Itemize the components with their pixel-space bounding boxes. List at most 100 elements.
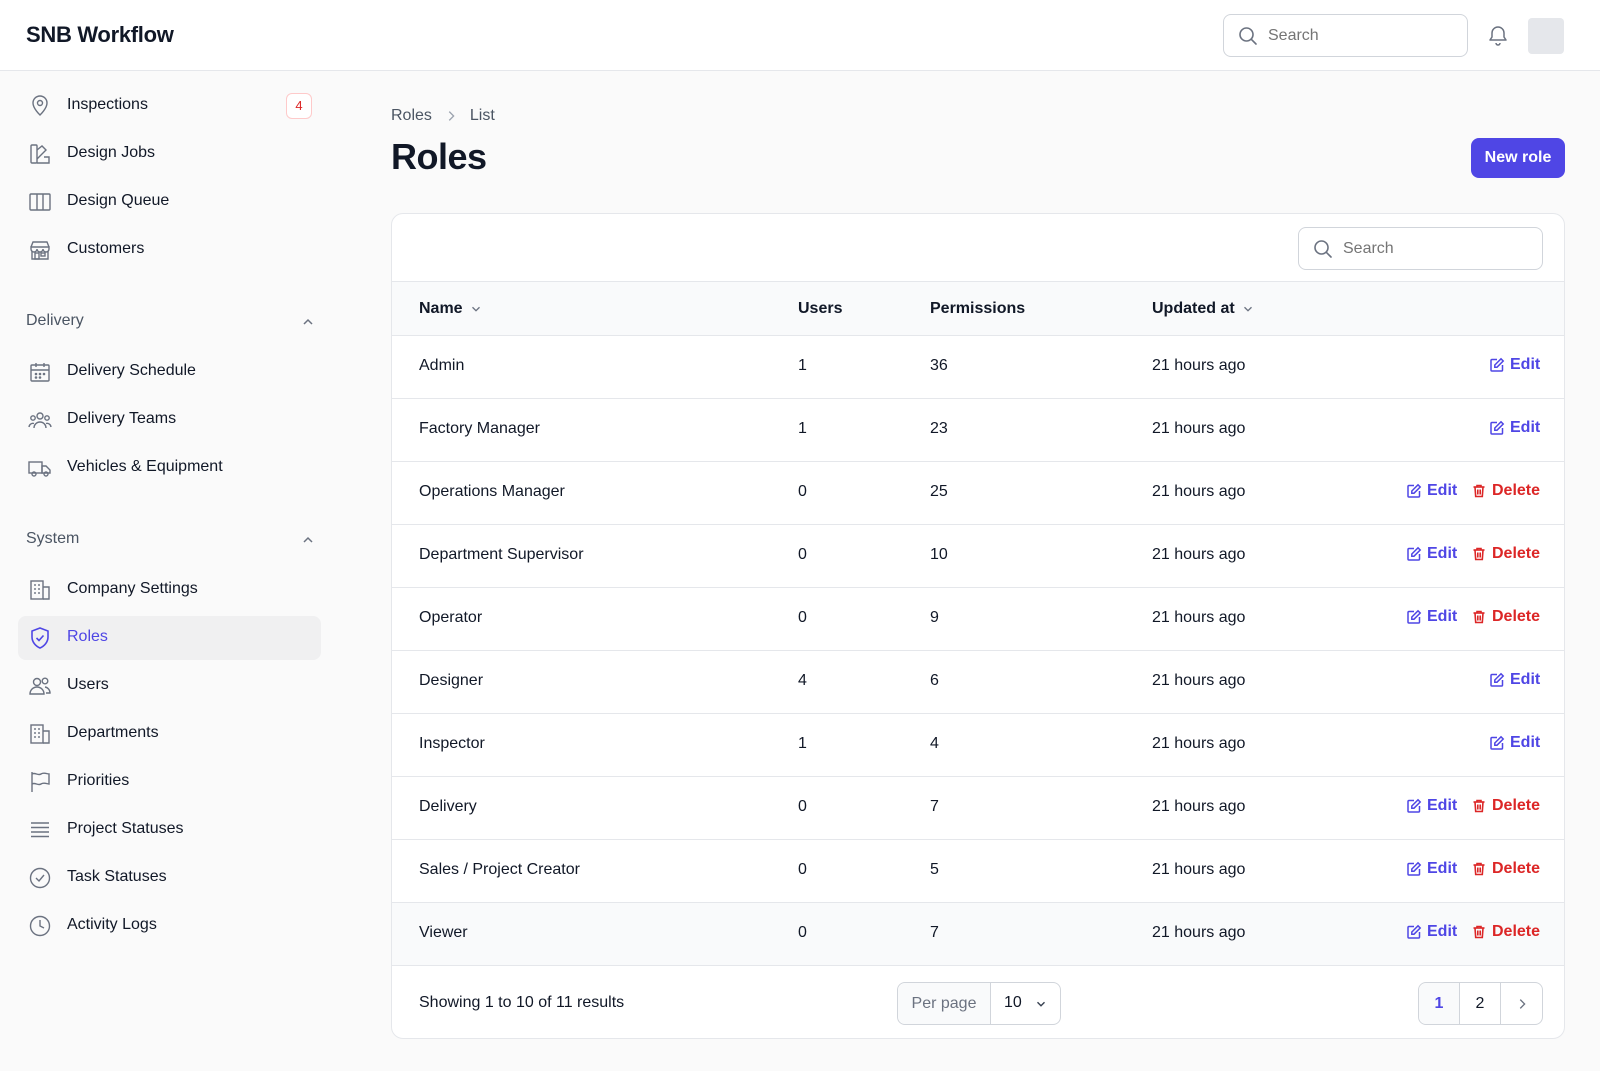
next-page-button[interactable] (1501, 983, 1542, 1024)
app-title[interactable]: SNB Workflow (26, 22, 174, 48)
sidebar: Inspections 4 Design Jobs Design Queue C… (0, 71, 340, 1071)
edit-button[interactable]: Edit (1489, 734, 1540, 752)
role-updated-at: 21 hours ago (1152, 483, 1246, 500)
edit-label: Edit (1427, 797, 1458, 814)
table-search[interactable] (1298, 227, 1543, 270)
edit-button[interactable]: Edit (1489, 671, 1540, 689)
sidebar-item-task-statuses[interactable]: Task Statuses (18, 856, 321, 900)
sidebar-item-roles[interactable]: Roles (18, 616, 321, 660)
edit-button[interactable]: Edit (1406, 923, 1457, 941)
column-updated-label: Updated at (1152, 300, 1235, 317)
column-users-header: Users (798, 300, 842, 318)
role-updated-at: 21 hours ago (1152, 609, 1246, 626)
trash-icon (1473, 862, 1485, 876)
delete-label: Delete (1492, 545, 1541, 562)
delete-button[interactable]: Delete (1471, 608, 1540, 626)
edit-icon (1490, 357, 1505, 372)
sidebar-item-label: Customers (67, 240, 145, 257)
sidebar-item-design-queue[interactable]: Design Queue (18, 180, 321, 224)
global-search[interactable] (1223, 14, 1468, 57)
edit-button[interactable]: Edit (1406, 545, 1457, 563)
columns-icon (29, 193, 51, 211)
delete-button[interactable]: Delete (1471, 482, 1540, 500)
sidebar-item-departments[interactable]: Departments (18, 712, 321, 756)
group-system-header[interactable]: System (26, 528, 316, 552)
delete-button[interactable]: Delete (1471, 860, 1540, 878)
delete-button[interactable]: Delete (1471, 545, 1540, 563)
sidebar-item-vehicles-equipment[interactable]: Vehicles & Equipment (18, 446, 321, 490)
role-permissions-count: 23 (930, 420, 948, 437)
sidebar-item-label: Vehicles & Equipment (67, 458, 223, 475)
table-row: Factory Manager 1 23 21 hours ago Edit (392, 399, 1564, 462)
column-permissions-header: Permissions (930, 300, 1025, 318)
pagination: 1 2 (1418, 982, 1543, 1025)
roles-table-card: Name Users Permissions Updated at Admin 1… (391, 213, 1565, 1039)
breadcrumb-roles[interactable]: Roles (391, 107, 432, 125)
edit-button[interactable]: Edit (1489, 356, 1540, 374)
sidebar-item-label: Project Statuses (67, 820, 184, 837)
sidebar-item-inspections[interactable]: Inspections 4 (18, 84, 321, 128)
role-permissions-count: 9 (930, 609, 939, 626)
group-delivery-header[interactable]: Delivery (26, 310, 316, 334)
edit-icon (1407, 546, 1422, 561)
building-icon (30, 580, 50, 600)
delete-label: Delete (1492, 923, 1541, 940)
role-updated-at: 21 hours ago (1152, 672, 1246, 689)
per-page-value[interactable]: 10 (1004, 994, 1022, 1012)
sidebar-item-activity-logs[interactable]: Activity Logs (18, 904, 321, 948)
delete-button[interactable]: Delete (1471, 797, 1540, 815)
delete-label: Delete (1492, 860, 1541, 877)
trash-icon (1473, 799, 1485, 813)
per-page-select[interactable]: Per page 10 (897, 982, 1061, 1025)
sidebar-item-label: Company Settings (67, 580, 198, 597)
edit-button[interactable]: Edit (1489, 419, 1540, 437)
table-row: Inspector 1 4 21 hours ago Edit (392, 714, 1564, 777)
role-updated-at: 21 hours ago (1152, 546, 1246, 563)
sidebar-item-customers[interactable]: Customers (18, 228, 321, 272)
chevron-down-icon (1243, 306, 1252, 312)
sidebar-item-company-settings[interactable]: Company Settings (18, 568, 321, 612)
column-name-label: Name (419, 300, 463, 317)
sidebar-item-delivery-schedule[interactable]: Delivery Schedule (18, 350, 321, 394)
table-row: Admin 1 36 21 hours ago Edit (392, 336, 1564, 399)
sidebar-item-users[interactable]: Users (18, 664, 321, 708)
sidebar-item-priorities[interactable]: Priorities (18, 760, 321, 804)
chevron-down-icon[interactable] (1034, 997, 1048, 1011)
sidebar-item-delivery-teams[interactable]: Delivery Teams (18, 398, 321, 442)
sidebar-item-label: Priorities (67, 772, 130, 789)
global-search-input[interactable] (1268, 25, 1453, 47)
new-role-button[interactable]: New role (1471, 138, 1565, 178)
edit-button[interactable]: Edit (1406, 608, 1457, 626)
table-search-input[interactable] (1343, 238, 1528, 260)
role-updated-at: 21 hours ago (1152, 924, 1246, 941)
bell-icon[interactable] (1486, 23, 1510, 47)
search-icon (1314, 240, 1332, 258)
chevron-down-icon (471, 306, 480, 312)
column-updated-header[interactable]: Updated at (1152, 300, 1255, 318)
edit-label: Edit (1510, 356, 1541, 373)
page-2-button[interactable]: 2 (1460, 983, 1501, 1024)
edit-button[interactable]: Edit (1406, 797, 1457, 815)
sidebar-item-label: Departments (67, 724, 159, 741)
edit-label: Edit (1427, 608, 1458, 625)
edit-button[interactable]: Edit (1406, 860, 1457, 878)
chevron-up-icon[interactable] (300, 532, 316, 548)
role-updated-at: 21 hours ago (1152, 735, 1246, 752)
role-updated-at: 21 hours ago (1152, 798, 1246, 815)
sidebar-item-design-jobs[interactable]: Design Jobs (18, 132, 321, 176)
table-row: Operations Manager 0 25 21 hours ago Edit Del… (392, 462, 1564, 525)
role-permissions-count: 25 (930, 483, 948, 500)
role-permissions-count: 7 (930, 798, 939, 815)
edit-label: Edit (1427, 482, 1458, 499)
sidebar-item-project-statuses[interactable]: Project Statuses (18, 808, 321, 852)
column-permissions-label: Permissions (930, 300, 1026, 317)
edit-button[interactable]: Edit (1406, 482, 1457, 500)
delete-button[interactable]: Delete (1471, 923, 1540, 941)
role-name: Factory Manager (419, 420, 540, 437)
avatar[interactable] (1528, 18, 1564, 54)
chevron-right-icon (448, 111, 455, 121)
chevron-up-icon[interactable] (300, 314, 316, 330)
page-1-button[interactable]: 1 (1419, 983, 1460, 1024)
column-name-header[interactable]: Name (419, 300, 483, 318)
users-icon (29, 677, 51, 695)
